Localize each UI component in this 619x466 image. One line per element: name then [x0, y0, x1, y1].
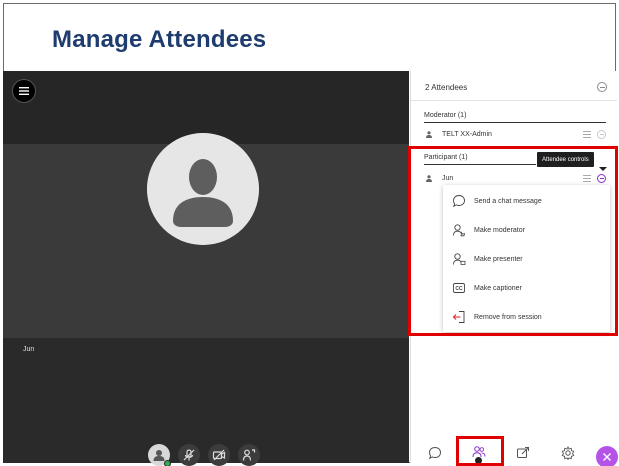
online-status-dot: [164, 460, 171, 466]
cc-icon: CC: [452, 281, 466, 295]
attendee-status-icon: [583, 130, 591, 138]
make-moderator-icon: [452, 223, 466, 237]
chat-bubble-icon: [452, 194, 466, 208]
video-participant-name: Jun: [23, 346, 35, 353]
moderator-group-divider: [424, 122, 606, 123]
person-icon: [424, 173, 434, 183]
attendee-row-moderator[interactable]: TELT XX-Admin: [424, 127, 606, 141]
share-icon: [242, 449, 256, 461]
share-button[interactable]: [238, 444, 260, 466]
camera-button[interactable]: [208, 444, 230, 466]
tab-share-content[interactable]: [514, 444, 532, 462]
close-panel-button[interactable]: [596, 446, 618, 466]
menu-item-make-moderator[interactable]: Make moderator: [443, 219, 610, 241]
close-icon: [603, 453, 611, 461]
panel-title: 2 Attendees: [425, 83, 468, 92]
media-controls: [148, 444, 260, 466]
menu-item-label: Make moderator: [474, 226, 525, 234]
panel-header: 2 Attendees: [411, 71, 617, 101]
attendee-status-icon: [583, 174, 591, 182]
settings-icon: [561, 446, 575, 460]
participant-group-divider: [424, 164, 536, 165]
menu-item-send-chat[interactable]: Send a chat message: [443, 190, 610, 212]
attendee-controls-button[interactable]: [597, 173, 606, 183]
slide-title: Manage Attendees: [52, 26, 267, 53]
menu-item-remove-from-session[interactable]: Remove from session: [443, 306, 610, 328]
my-status-icon: [153, 450, 165, 461]
attendee-controls-button[interactable]: [597, 129, 606, 139]
panel-collapse-button[interactable]: [597, 82, 607, 92]
moderator-group-label: Moderator (1): [424, 112, 467, 119]
participant-group-label: Participant (1): [424, 154, 468, 161]
attendee-row-participant[interactable]: Jun: [424, 171, 606, 185]
attendee-controls-menu: Send a chat message Make moderator Make …: [443, 185, 610, 332]
session-menu-button[interactable]: [12, 79, 36, 103]
participant-avatar: [147, 133, 259, 245]
make-presenter-icon: [452, 252, 466, 266]
person-icon: [424, 129, 434, 139]
attendee-controls-tooltip: Attendee controls: [537, 152, 607, 171]
menu-item-label: Make presenter: [474, 255, 523, 263]
tab-chat[interactable]: [426, 444, 444, 462]
attendee-name: Jun: [442, 174, 454, 182]
svg-text:CC: CC: [455, 286, 463, 292]
chat-icon: [428, 446, 442, 460]
microphone-off-icon: [183, 449, 195, 461]
tab-settings[interactable]: [559, 444, 577, 462]
attendees-count-badge: [475, 457, 482, 464]
menu-item-make-captioner[interactable]: CC Make captioner: [443, 277, 610, 299]
menu-item-label: Make captioner: [474, 284, 522, 292]
camera-off-icon: [212, 449, 226, 461]
menu-item-make-presenter[interactable]: Make presenter: [443, 248, 610, 270]
share-content-icon: [517, 447, 529, 458]
microphone-button[interactable]: [178, 444, 200, 466]
my-status-button[interactable]: [148, 444, 171, 466]
menu-item-label: Remove from session: [474, 313, 542, 321]
remove-session-icon: [452, 310, 466, 324]
default-user-avatar-icon: [147, 133, 259, 245]
menu-item-label: Send a chat message: [474, 197, 542, 205]
hamburger-icon: [19, 87, 29, 95]
video-stage: Jun: [3, 71, 409, 466]
attendee-name: TELT XX-Admin: [442, 130, 492, 138]
